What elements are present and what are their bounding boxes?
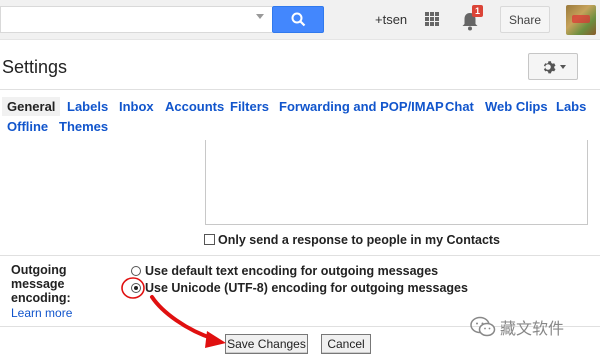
contacts-only-checkbox[interactable]: [204, 234, 215, 245]
tab-general[interactable]: General: [2, 97, 61, 116]
tab-forwarding-pop-imap[interactable]: Forwarding and POP/IMAP: [279, 99, 444, 114]
tab-offline[interactable]: Offline: [7, 119, 48, 134]
user-profile-link[interactable]: +tsen: [375, 12, 407, 27]
settings-gear-button[interactable]: [528, 53, 578, 80]
wechat-icon: [470, 316, 496, 337]
top-bar: +tsen 1 Share: [0, 0, 600, 40]
utf8-encoding-radio[interactable]: [131, 283, 141, 293]
encoding-section-label: Outgoing message encoding:: [11, 263, 71, 305]
watermark: 藏文软件: [470, 315, 564, 339]
gear-icon: [543, 60, 556, 73]
tab-accounts[interactable]: Accounts: [165, 99, 224, 114]
watermark-text: 藏文软件: [500, 321, 565, 338]
tab-inbox[interactable]: Inbox: [119, 99, 154, 114]
default-encoding-label: Use default text encoding for outgoing m…: [145, 264, 439, 278]
tab-filters[interactable]: Filters: [230, 99, 269, 114]
search-options-icon[interactable]: [256, 14, 264, 19]
search-input[interactable]: [0, 6, 272, 33]
annotation-arrowhead: [205, 331, 226, 348]
tab-labs[interactable]: Labs: [556, 99, 586, 114]
search-icon: [291, 12, 305, 27]
share-button[interactable]: Share: [500, 6, 550, 33]
save-changes-button[interactable]: Save Changes: [225, 334, 308, 354]
tab-web-clips[interactable]: Web Clips: [485, 99, 548, 114]
contacts-only-label: Only send a response to people in my Con…: [218, 233, 501, 247]
avatar[interactable]: [566, 5, 596, 35]
notification-count-badge: 1: [472, 5, 484, 17]
learn-more-link[interactable]: Learn more: [11, 306, 72, 320]
tab-labels[interactable]: Labels: [67, 99, 108, 114]
apps-grid-icon[interactable]: [425, 12, 439, 26]
default-encoding-radio[interactable]: [131, 266, 141, 276]
tab-chat[interactable]: Chat: [445, 99, 474, 114]
chevron-down-icon: [560, 64, 566, 69]
cancel-button[interactable]: Cancel: [321, 334, 371, 354]
divider: [0, 255, 600, 256]
divider: [0, 89, 600, 90]
utf8-encoding-label: Use Unicode (UTF-8) encoding for outgoin…: [145, 281, 468, 295]
vacation-message-textarea[interactable]: [205, 140, 588, 225]
annotation-arrow: [150, 295, 216, 341]
tab-themes[interactable]: Themes: [59, 119, 108, 134]
page-title: Settings: [2, 57, 68, 77]
search-button[interactable]: [272, 6, 324, 33]
